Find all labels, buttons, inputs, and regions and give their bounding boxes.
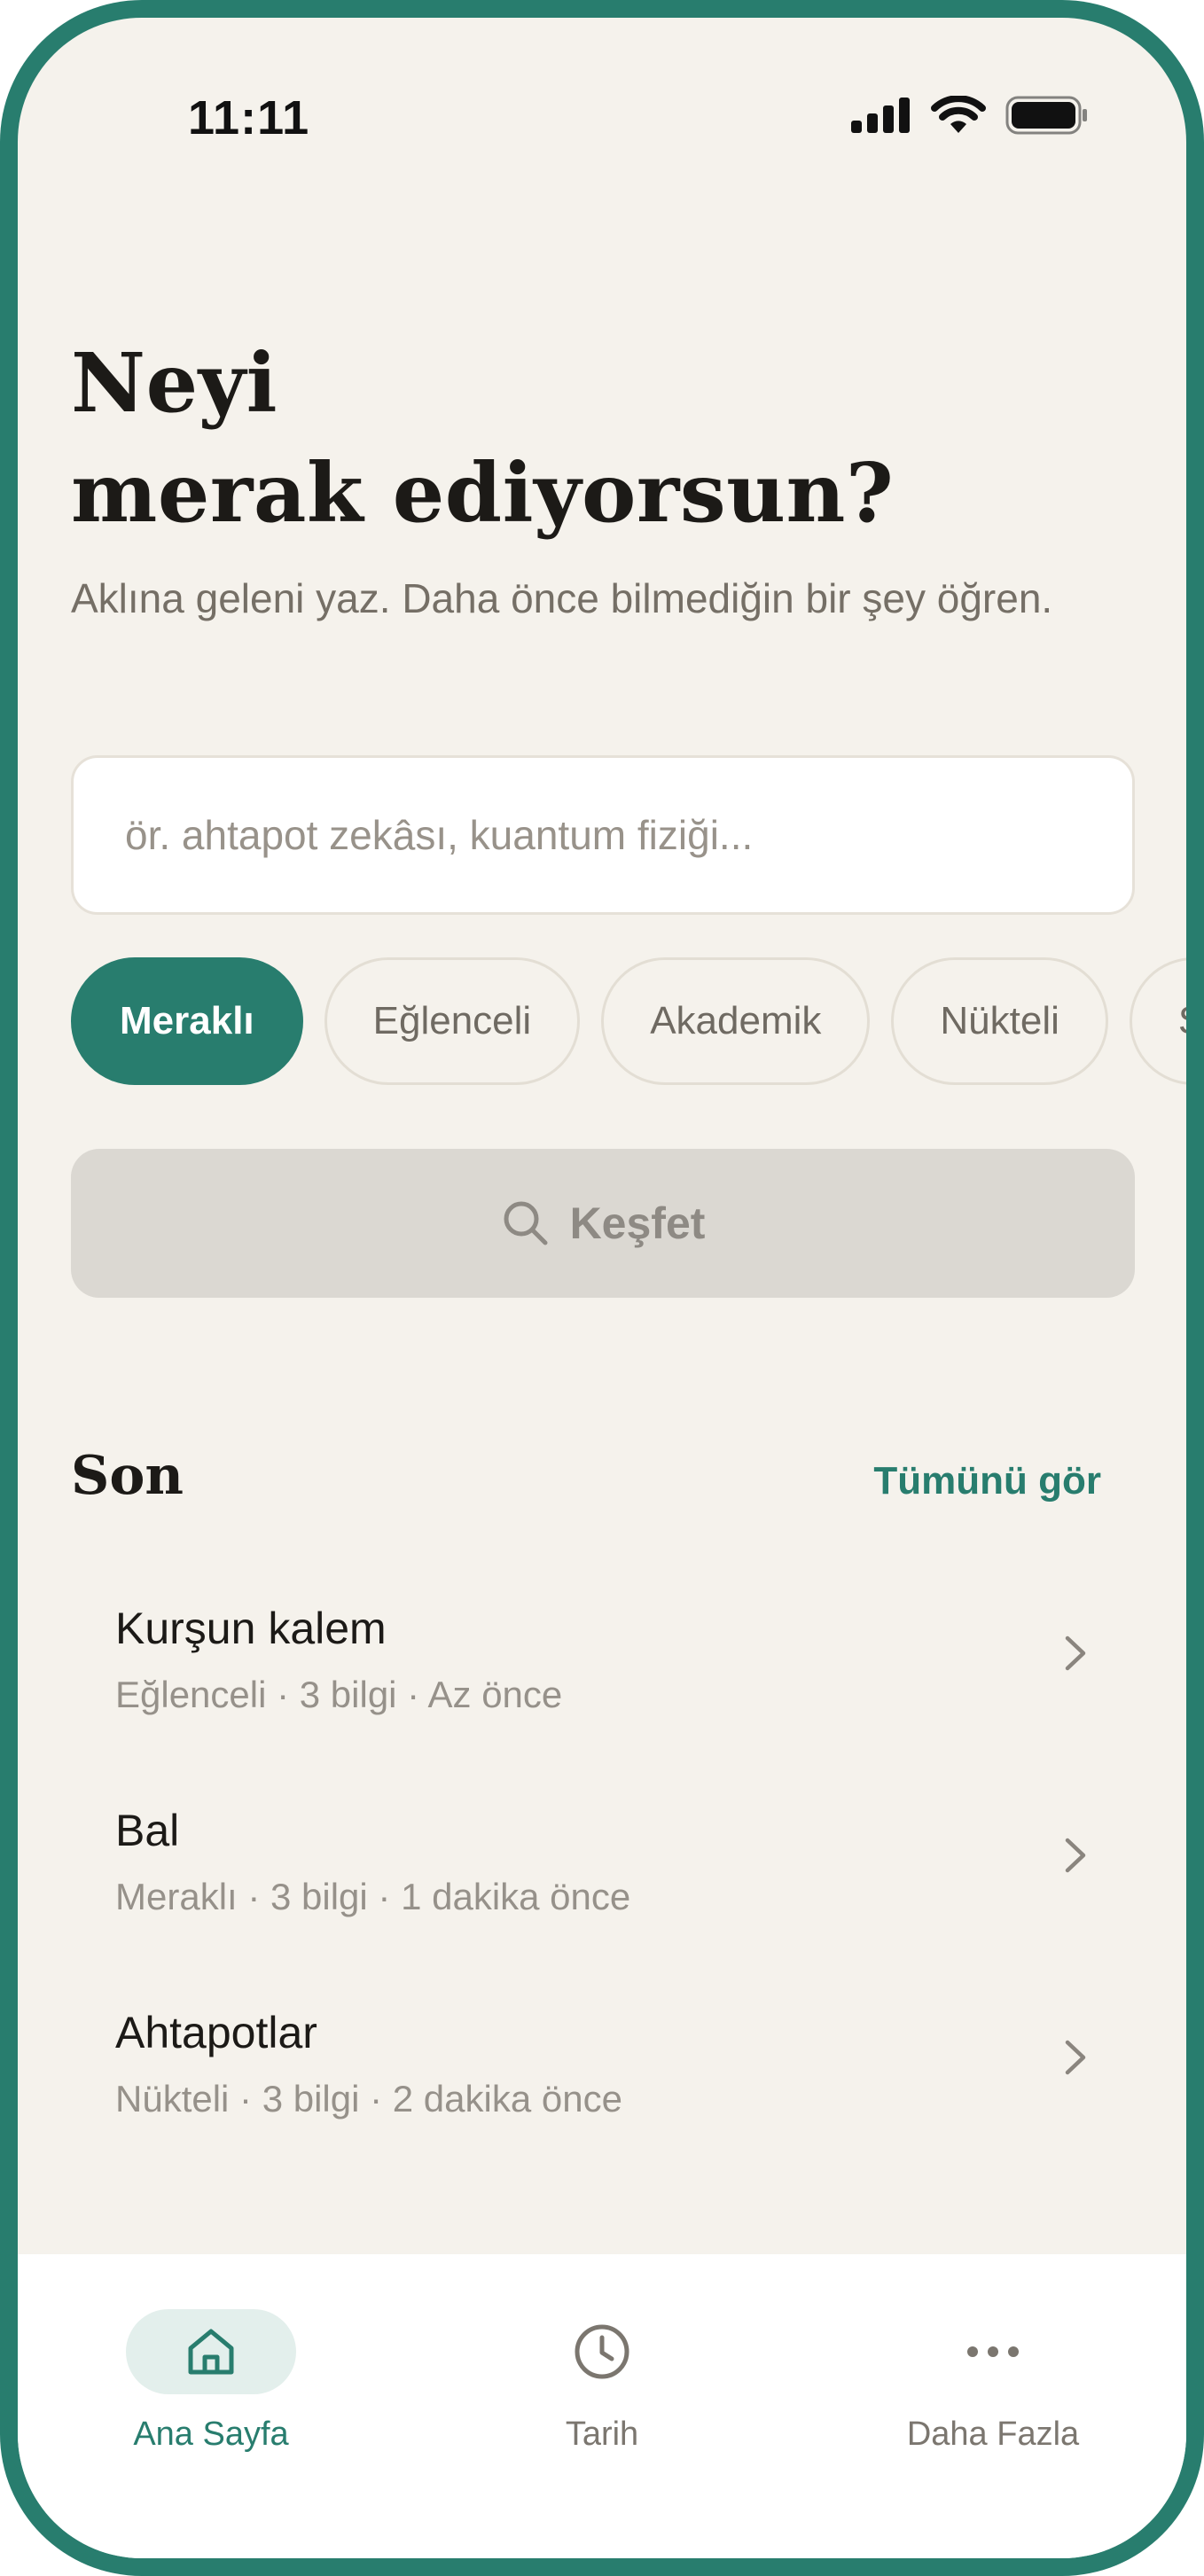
home-icon: [188, 2329, 234, 2375]
item-meta: Eğlenceli · 3 bilgi · Az önce: [115, 1674, 563, 1715]
recent-section-title: Son: [71, 1445, 184, 1507]
chevron-right-icon: [1065, 2040, 1086, 2075]
discover-button[interactable]: Keşfet: [71, 1149, 1135, 1298]
nav-label: Ana Sayfa: [133, 2416, 289, 2453]
chevron-right-icon: [1065, 1838, 1086, 1873]
more-dots-icon: [967, 2346, 1019, 2357]
status-time: 11:11: [188, 91, 310, 144]
chip-akademik[interactable]: Akademik: [601, 957, 871, 1085]
page-title: Neyi merak ediyorsun?: [71, 328, 894, 548]
topic-search-input[interactable]: [71, 755, 1135, 915]
nav-item-home[interactable]: Ana Sayfa: [78, 2309, 344, 2454]
item-meta: Nükteli · 3 bilgi · 2 dakika önce: [115, 2078, 622, 2119]
list-item[interactable]: Bal Meraklı · 3 bilgi · 1 dakika önce: [71, 1764, 1135, 1966]
device-frame: 11:11 Neyi merak ediyorsun? Aklına gelen…: [0, 0, 1204, 2576]
nav-label: Daha Fazla: [906, 2416, 1080, 2453]
chip-nukteli[interactable]: Nükteli: [891, 957, 1108, 1085]
see-all-link[interactable]: Tümünü gör: [873, 1459, 1101, 1503]
title-line-1: Neyi: [71, 335, 278, 431]
discover-label: Keşfet: [569, 1198, 706, 1248]
status-icons: [851, 96, 1089, 135]
battery-icon: [1005, 96, 1087, 135]
item-title: Kurşun kalem: [115, 1604, 387, 1653]
item-title: Bal: [115, 1806, 180, 1855]
item-meta: Meraklı · 3 bilgi · 1 dakika önce: [115, 1876, 631, 1917]
recent-list: Kurşun kalem Eğlenceli · 3 bilgi · Az ön…: [71, 1562, 1135, 2168]
chip-merakli[interactable]: Meraklı: [71, 957, 303, 1085]
item-title: Ahtapotlar: [115, 2008, 317, 2057]
wifi-icon: [931, 96, 986, 133]
nav-icon-pill: [126, 2309, 296, 2394]
chip-siirsel[interactable]: Şiirsel: [1129, 957, 1186, 1085]
search-icon: [504, 1201, 548, 1245]
cellular-signal-icon: [851, 98, 910, 133]
app-screen: 11:11 Neyi merak ediyorsun? Aklına gelen…: [18, 18, 1186, 2558]
clock-icon: [575, 2324, 629, 2379]
nav-label: Tarih: [565, 2416, 639, 2453]
nav-item-history[interactable]: Tarih: [469, 2309, 735, 2454]
page-subtitle: Aklına geleni yaz. Daha önce bilmediğin …: [71, 575, 1053, 621]
chevron-right-icon: [1065, 1635, 1086, 1671]
chip-eglenceli[interactable]: Eğlenceli: [324, 957, 581, 1085]
title-line-2: merak ediyorsun?: [71, 445, 895, 541]
bottom-nav: Ana Sayfa Tarih Daha Fazla: [18, 2254, 1186, 2558]
nav-icon-pill: [517, 2309, 687, 2394]
list-item[interactable]: Kurşun kalem Eğlenceli · 3 bilgi · Az ön…: [71, 1562, 1135, 1764]
list-item[interactable]: Ahtapotlar Nükteli · 3 bilgi · 2 dakika …: [71, 1966, 1135, 2168]
tone-chip-row: Meraklı Eğlenceli Akademik Nükteli Şiirs…: [71, 957, 1186, 1085]
nav-icon-pill: [908, 2309, 1078, 2394]
nav-item-more[interactable]: Daha Fazla: [860, 2309, 1126, 2454]
